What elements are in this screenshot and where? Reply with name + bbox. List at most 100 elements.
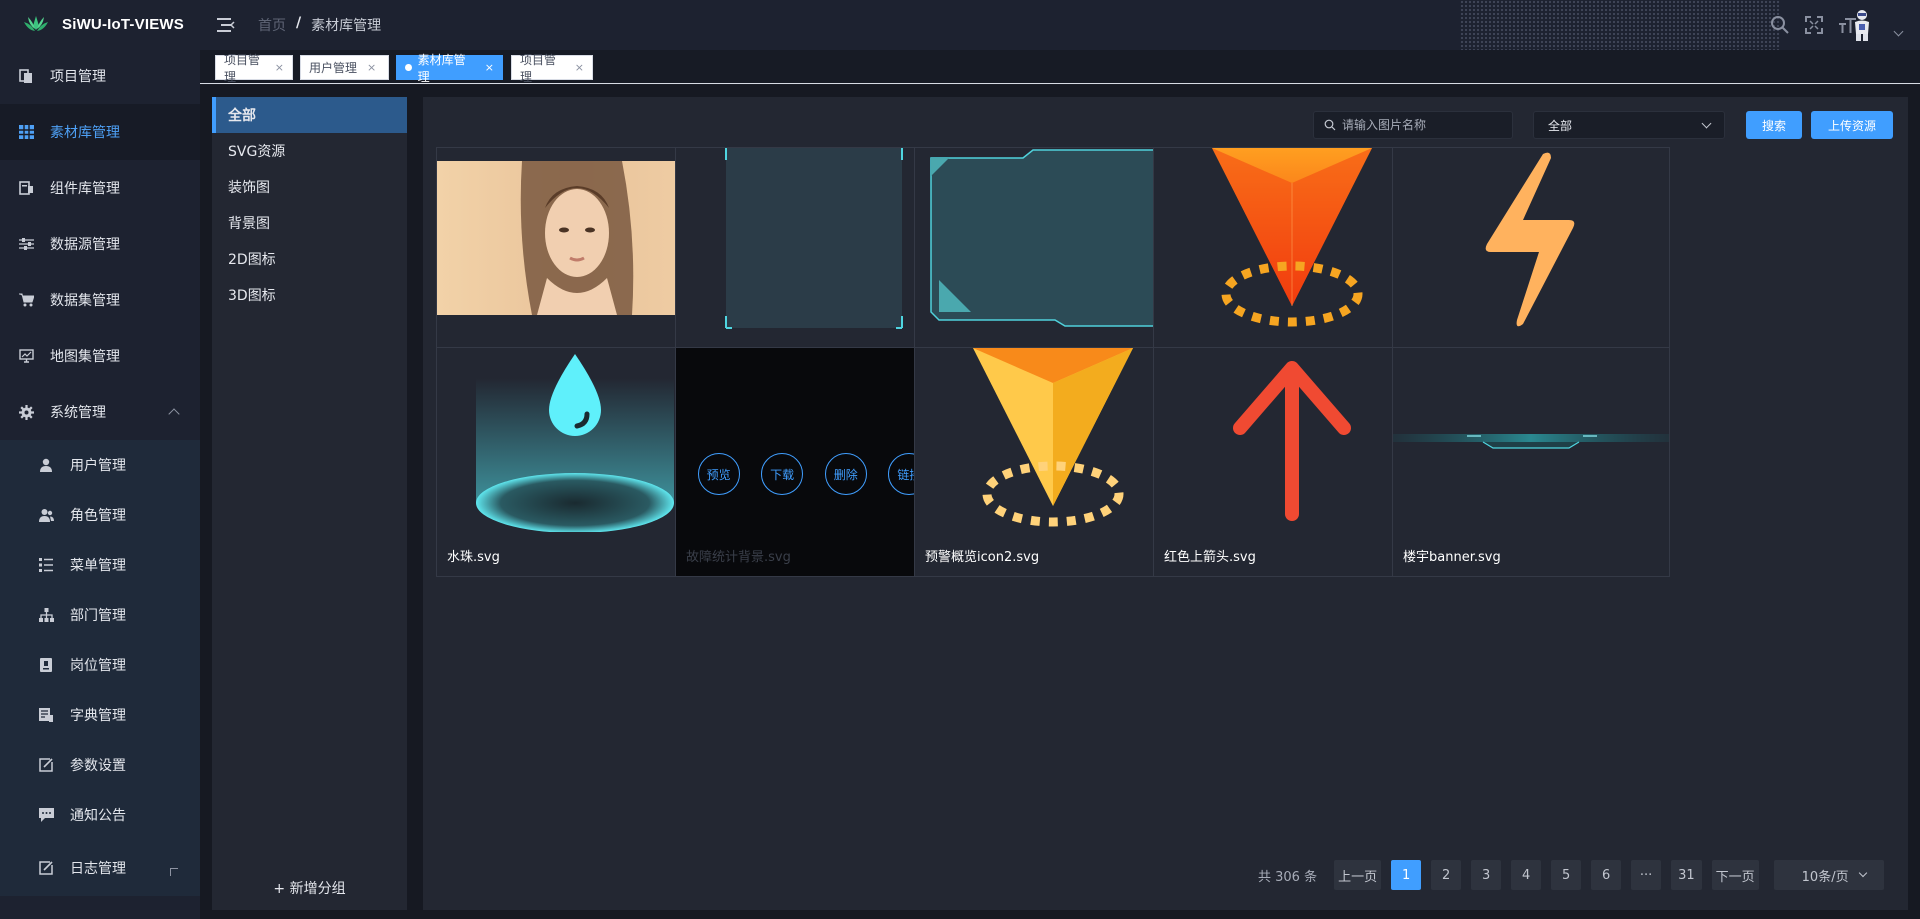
close-icon[interactable]: × — [367, 61, 376, 74]
asset-name: 楼宇banner.svg — [1403, 550, 1501, 565]
page-button[interactable]: 6 — [1591, 860, 1622, 890]
asset-card[interactable]: 红色上箭头.svg — [1153, 347, 1431, 577]
breadcrumb-separator: / — [296, 15, 302, 31]
search-icon[interactable] — [1770, 15, 1790, 35]
search-box[interactable] — [1313, 111, 1513, 139]
hamburger-menu-icon[interactable] — [217, 16, 235, 34]
asset-panel: 全部 搜索 上传资源 1.jpg楼宇背景框.svg楼宇背景.svg预警概览ico… — [423, 97, 1908, 910]
lightning-icon — [1485, 152, 1575, 327]
asset-name: 故障统计背景.svg — [686, 550, 791, 565]
photo-thumbnail — [437, 161, 713, 315]
sidebar-item-6[interactable]: 系统管理 — [0, 384, 200, 440]
close-icon[interactable]: × — [485, 61, 494, 74]
water-drop-icon — [476, 354, 674, 532]
sidebar-item-label: 数据源管理 — [50, 237, 120, 253]
asset-name: 水珠.svg — [447, 550, 500, 565]
list-icon — [38, 557, 54, 573]
asset-action-2[interactable]: 删除 — [824, 453, 867, 495]
sidebar-item-label: 地图集管理 — [50, 349, 120, 365]
close-icon[interactable]: × — [275, 61, 284, 74]
banner-thumbnail — [1393, 434, 1669, 449]
asset-card[interactable]: 楼宇banner.svg — [1392, 347, 1670, 577]
asset-card[interactable]: 预警概览icon2.svg — [914, 347, 1192, 577]
submenu-item-1[interactable]: 角色管理 — [0, 490, 200, 540]
group-item-5[interactable]: 3D图标 — [212, 277, 407, 313]
chevron-down-icon[interactable] — [1893, 26, 1904, 37]
tab-3[interactable]: 项目管理 × — [511, 53, 593, 84]
asset-card[interactable]: 楼宇背景.svg — [914, 147, 1192, 377]
sidebar-item-label: 项目管理 — [50, 69, 106, 85]
world-map-decoration — [1460, 0, 1780, 50]
sidebar-item-5[interactable]: 地图集管理 — [0, 328, 200, 384]
page-button[interactable]: 1 — [1391, 860, 1422, 890]
asset-card[interactable]: 预警概览icon3.svg — [1153, 147, 1431, 377]
edit-icon — [38, 757, 54, 773]
submenu-item-2[interactable]: 菜单管理 — [0, 540, 200, 590]
app-name: SiWU-IoT-VIEWS — [62, 15, 184, 33]
asset-action-0[interactable]: 预览 — [697, 453, 740, 495]
group-item-4[interactable]: 2D图标 — [212, 241, 407, 277]
sidebar-item-3[interactable]: 数据源管理 — [0, 216, 200, 272]
sidebar-item-4[interactable]: 数据集管理 — [0, 272, 200, 328]
page-button[interactable]: 3 — [1471, 860, 1502, 890]
page-size-select[interactable]: 10条/页 — [1773, 860, 1884, 890]
page-button[interactable]: 2 — [1431, 860, 1462, 890]
breadcrumb-current: 素材库管理 — [311, 18, 382, 34]
tab-label: 项目管理 — [224, 52, 261, 84]
tab-1[interactable]: 用户管理 × — [300, 55, 389, 80]
submenu-item-5[interactable]: 字典管理 — [0, 690, 200, 740]
asset-card[interactable]: 预览 下载 删除 链接故障统计背景.svg — [675, 347, 953, 577]
group-list: 全部 SVG资源 装饰图 背景图 2D图标 3D图标 — [212, 97, 407, 313]
asset-thumbnail — [1154, 348, 1430, 532]
asset-actions: 预览 下载 删除 链接 — [676, 453, 952, 495]
sidebar-item-log[interactable]: 日志管理 — [0, 840, 200, 896]
prev-page-button[interactable]: 上一页 — [1334, 860, 1382, 890]
upload-button[interactable]: 上传资源 — [1811, 111, 1893, 139]
main-area: 全部SVG资源装饰图背景图2D图标3D图标 + 新增分组 全部 搜索 上传资源 … — [200, 85, 1920, 919]
asset-thumbnail — [915, 348, 1191, 532]
group-item-1[interactable]: SVG资源 — [212, 133, 407, 169]
tabs-bar: 项目管理 × 用户管理 × 素材库管理 × 项目管理 × — [200, 50, 1920, 84]
avatar[interactable] — [1847, 8, 1877, 42]
group-item-3[interactable]: 背景图 — [212, 205, 407, 241]
sidebar-item-1[interactable]: 素材库管理 — [0, 104, 200, 160]
asset-card[interactable]: 楼宇背景框.svg — [675, 147, 953, 377]
type-select[interactable]: 全部 — [1533, 111, 1725, 139]
sidebar-item-2[interactable]: 组件库管理 — [0, 160, 200, 216]
submenu-item-6[interactable]: 参数设置 — [0, 740, 200, 790]
submenu-item-label: 部门管理 — [70, 608, 126, 624]
close-icon[interactable]: × — [575, 61, 584, 74]
page-button[interactable]: ··· — [1631, 860, 1662, 890]
type-select-value: 全部 — [1548, 118, 1573, 133]
asset-card[interactable]: 小闪电.svg — [1392, 147, 1670, 377]
asset-action-1[interactable]: 下载 — [761, 453, 804, 495]
group-item-0[interactable]: 全部 — [212, 97, 407, 133]
submenu-item-0[interactable]: 用户管理 — [0, 440, 200, 490]
submenu-item-4[interactable]: 岗位管理 — [0, 640, 200, 690]
asset-card[interactable]: 1.jpg — [436, 147, 714, 377]
fullscreen-icon[interactable] — [1804, 15, 1824, 35]
warning-yellow-icon — [973, 348, 1133, 527]
page-button[interactable]: 4 — [1511, 860, 1542, 890]
breadcrumb-home[interactable]: 首页 — [258, 15, 286, 35]
submenu-item-7[interactable]: 通知公告 — [0, 790, 200, 840]
page-button[interactable]: 31 — [1671, 860, 1702, 890]
sidebar-item-0[interactable]: 项目管理 — [0, 48, 200, 104]
submenu-item-3[interactable]: 部门管理 — [0, 590, 200, 640]
tab-0[interactable]: 项目管理 × — [215, 53, 293, 84]
next-page-button[interactable]: 下一页 — [1711, 860, 1759, 890]
sidebar-item-label: 系统管理 — [50, 405, 106, 421]
top-header: 首页 / 素材库管理 — [200, 0, 1920, 50]
sliders-icon — [18, 236, 34, 252]
org-tree-icon — [38, 607, 54, 623]
tab-2[interactable]: 素材库管理 × — [396, 53, 503, 84]
search-button[interactable]: 搜索 — [1746, 111, 1802, 139]
asset-thumbnail — [1393, 348, 1669, 532]
image-name-search-input[interactable] — [1342, 118, 1502, 132]
page-button[interactable]: 5 — [1551, 860, 1582, 890]
tab-label: 项目管理 — [520, 52, 557, 84]
add-group-button[interactable]: + 新增分组 — [212, 878, 407, 898]
asset-card[interactable]: 水珠.svg — [436, 347, 714, 577]
page-size-value: 10条/页 — [1801, 869, 1849, 885]
group-item-2[interactable]: 装饰图 — [212, 169, 407, 205]
